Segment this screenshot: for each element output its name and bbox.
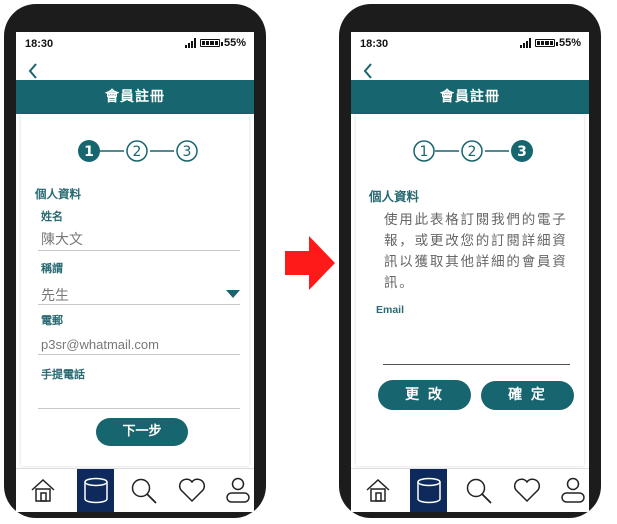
bottom-tab-bar bbox=[16, 468, 254, 512]
newsletter-description: 使用此表格訂閱我們的電子 報，或更改您的訂閱詳細資 訊以獲取其他詳細的會員資 訊… bbox=[384, 210, 584, 294]
home-icon bbox=[31, 478, 55, 502]
section-personal-info: 個人資料 bbox=[35, 187, 81, 201]
signal-icon bbox=[519, 38, 531, 48]
title-label: 稱謂 bbox=[41, 262, 63, 275]
page-title: 會員註冊 bbox=[351, 80, 589, 114]
battery-icon bbox=[199, 39, 223, 47]
mobile-underline bbox=[38, 408, 240, 409]
tab-favorites[interactable] bbox=[172, 469, 209, 512]
search-icon bbox=[466, 478, 492, 504]
mobile-label: 手提電話 bbox=[41, 368, 85, 381]
description-line: 使用此表格訂閱我們的電子 bbox=[384, 212, 568, 228]
name-underline bbox=[38, 250, 240, 251]
step-3-circle: 3 bbox=[176, 140, 198, 162]
user-icon bbox=[561, 477, 585, 503]
section-personal-info: 個人資料 bbox=[369, 189, 420, 204]
email-input[interactable]: p3sr@whatmail.com bbox=[41, 337, 159, 352]
step-3-number: 3 bbox=[517, 144, 527, 160]
phone-screen: 18:30 55% 會員註冊 1 2 3 bbox=[351, 32, 589, 512]
next-button[interactable]: 下一步 bbox=[96, 418, 188, 446]
heart-icon bbox=[513, 478, 541, 503]
step-2-number: 2 bbox=[468, 144, 477, 160]
tab-database[interactable] bbox=[77, 469, 114, 512]
signal-icon bbox=[184, 38, 196, 48]
change-button[interactable]: 更 改 bbox=[378, 380, 471, 410]
description-line: 訊以獲取其他詳細的會員資 bbox=[384, 254, 568, 270]
battery-percent: 55% bbox=[223, 37, 246, 49]
home-icon bbox=[366, 478, 390, 502]
user-icon bbox=[226, 477, 250, 503]
tab-home[interactable] bbox=[24, 469, 61, 512]
step-2-circle: 2 bbox=[461, 140, 483, 162]
description-line: 報，或更改您的訂閱詳細資 bbox=[384, 233, 568, 249]
phone-screen: 18:30 55% 會員註冊 1 2 3 bbox=[16, 32, 254, 512]
status-time: 18:30 bbox=[25, 38, 54, 50]
battery-icon bbox=[534, 39, 558, 47]
step-3-circle: 3 bbox=[511, 140, 533, 162]
heart-icon bbox=[178, 478, 206, 503]
dropdown-arrow-icon[interactable] bbox=[226, 290, 240, 298]
search-icon bbox=[131, 478, 157, 504]
tab-home[interactable] bbox=[359, 469, 396, 512]
flow-arrow-icon bbox=[285, 236, 335, 290]
title-underline bbox=[38, 304, 240, 305]
email-label: 電郵 bbox=[41, 314, 63, 327]
tab-profile[interactable] bbox=[554, 469, 589, 512]
status-bar: 18:30 55% bbox=[16, 32, 254, 56]
tab-profile[interactable] bbox=[219, 469, 254, 512]
email-label: Email bbox=[376, 304, 405, 316]
battery-percent: 55% bbox=[558, 37, 581, 49]
tab-favorites[interactable] bbox=[507, 469, 544, 512]
page-title: 會員註冊 bbox=[16, 80, 254, 114]
step-2-circle: 2 bbox=[126, 140, 148, 162]
step-1-circle: 1 bbox=[413, 140, 435, 162]
database-icon bbox=[417, 477, 441, 504]
tab-search[interactable] bbox=[124, 469, 161, 512]
confirm-button[interactable]: 確 定 bbox=[481, 381, 574, 410]
back-chevron-icon[interactable] bbox=[23, 60, 45, 82]
email-underline bbox=[383, 364, 570, 365]
step-1-number: 1 bbox=[84, 144, 94, 160]
name-label: 姓名 bbox=[41, 210, 63, 223]
phone-frame-step-3: 18:30 55% 會員註冊 1 2 3 個人資料 使用此表格訂閱我們的電子 報… bbox=[339, 4, 601, 518]
database-icon bbox=[84, 477, 108, 504]
bottom-tab-bar bbox=[351, 468, 589, 512]
back-chevron-icon[interactable] bbox=[358, 60, 380, 82]
step-indicator: 1 2 3 bbox=[78, 140, 198, 162]
description-line: 訊。 bbox=[384, 275, 415, 291]
tab-search[interactable] bbox=[459, 469, 496, 512]
title-select[interactable]: 先生 bbox=[41, 285, 69, 305]
email-underline bbox=[38, 354, 240, 355]
step-indicator: 1 2 3 bbox=[413, 140, 533, 162]
step-1-circle: 1 bbox=[78, 140, 100, 162]
name-input[interactable]: 陳大文 bbox=[41, 229, 83, 249]
phone-frame-step-1: 18:30 55% 會員註冊 1 2 3 個人資料 姓名 陳大文 稱謂 先生 電… bbox=[4, 4, 266, 518]
status-bar: 18:30 55% bbox=[351, 32, 589, 56]
step-1-number: 1 bbox=[420, 144, 429, 160]
tab-database[interactable] bbox=[410, 469, 447, 512]
step-2-number: 2 bbox=[133, 144, 142, 160]
step-3-number: 3 bbox=[183, 144, 192, 160]
status-time: 18:30 bbox=[360, 38, 389, 50]
